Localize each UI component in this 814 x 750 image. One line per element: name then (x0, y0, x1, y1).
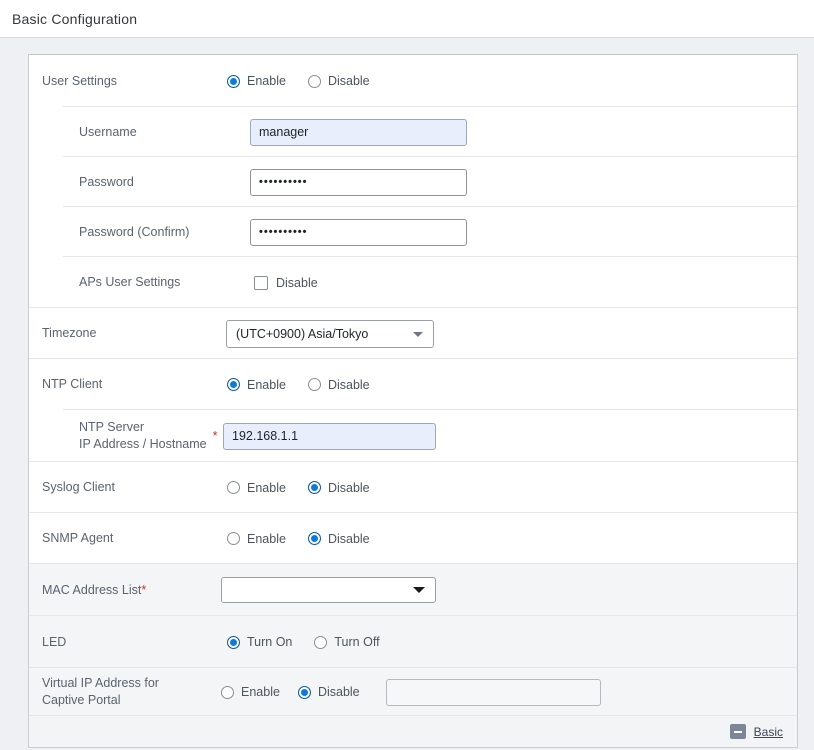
password-confirm-label: Password (Confirm) (29, 224, 221, 241)
virtual-ip-label-line1: Virtual IP Address for (42, 675, 221, 692)
page-title: Basic Configuration (12, 11, 137, 27)
syslog-enable-radio[interactable]: Enable (227, 481, 286, 495)
password-input[interactable] (250, 169, 467, 196)
checkbox-unchecked-icon[interactable] (254, 276, 268, 290)
virtual-ip-disable-radio[interactable]: Disable (298, 685, 360, 699)
user-settings-radio-group: Enable Disable (227, 74, 370, 88)
row-ntp-client: NTP Client Enable Disable (29, 359, 797, 410)
user-settings-enable-radio[interactable]: Enable (227, 74, 286, 88)
led-turn-off-radio[interactable]: Turn Off (314, 635, 379, 649)
radio-unselected-icon[interactable] (308, 75, 321, 88)
section-footer: Basic (29, 716, 797, 747)
radio-unselected-icon[interactable] (314, 636, 327, 649)
basic-section-link[interactable]: Basic (754, 725, 783, 739)
radio-selected-icon[interactable] (308, 481, 321, 494)
timezone-select-value: (UTC+0900) Asia/Tokyo (236, 327, 368, 341)
ntp-server-label-line2: IP Address / Hostname (79, 436, 207, 453)
row-password-confirm: Password (Confirm) (29, 207, 797, 257)
radio-selected-icon[interactable] (308, 532, 321, 545)
led-label: LED (29, 634, 221, 651)
disable-option-label: Disable (328, 378, 370, 392)
radio-unselected-icon[interactable] (308, 378, 321, 391)
radio-selected-icon[interactable] (298, 686, 311, 699)
disable-option-label: Disable (328, 532, 370, 546)
radio-unselected-icon[interactable] (227, 481, 240, 494)
radio-selected-icon[interactable] (227, 378, 240, 391)
virtual-ip-radio-group: Enable Disable (221, 685, 360, 699)
virtual-ip-label-line2: Captive Portal (42, 692, 221, 709)
disable-option-label: Disable (318, 685, 360, 699)
row-virtual-ip-captive-portal: Virtual IP Address for Captive Portal En… (29, 668, 797, 716)
ntp-client-enable-radio[interactable]: Enable (227, 378, 286, 392)
led-turn-on-radio[interactable]: Turn On (227, 635, 292, 649)
page-header: Basic Configuration (0, 0, 814, 38)
timezone-label: Timezone (29, 325, 221, 342)
radio-selected-icon[interactable] (227, 636, 240, 649)
radio-selected-icon[interactable] (227, 75, 240, 88)
aps-disable-label: Disable (276, 276, 318, 290)
row-ntp-server: NTP Server IP Address / Hostname * (29, 410, 797, 462)
ntp-client-radio-group: Enable Disable (227, 378, 370, 392)
ntp-client-disable-radio[interactable]: Disable (308, 378, 370, 392)
ntp-client-label: NTP Client (29, 376, 221, 393)
enable-option-label: Enable (247, 532, 286, 546)
password-label: Password (29, 174, 221, 191)
row-snmp-agent: SNMP Agent Enable Disable (29, 513, 797, 564)
row-led: LED Turn On Turn Off (29, 616, 797, 668)
required-asterisk: * (141, 583, 146, 597)
enable-option-label: Enable (247, 481, 286, 495)
snmp-radio-group: Enable Disable (227, 532, 370, 546)
username-label: Username (29, 124, 221, 141)
virtual-ip-input[interactable] (386, 679, 601, 706)
syslog-radio-group: Enable Disable (227, 481, 370, 495)
led-radio-group: Turn On Turn Off (227, 635, 380, 649)
syslog-disable-radio[interactable]: Disable (308, 481, 370, 495)
virtual-ip-enable-radio[interactable]: Enable (221, 685, 280, 699)
syslog-client-label: Syslog Client (29, 479, 221, 496)
enable-option-label: Enable (247, 74, 286, 88)
radio-unselected-icon[interactable] (221, 686, 234, 699)
ntp-server-input[interactable] (223, 423, 436, 450)
aps-disable-checkbox-group[interactable]: Disable (254, 276, 318, 290)
snmp-disable-radio[interactable]: Disable (308, 532, 370, 546)
turn-on-option-label: Turn On (247, 635, 292, 649)
turn-off-option-label: Turn Off (334, 635, 379, 649)
dropdown-arrow-icon (413, 587, 425, 593)
row-mac-address-list: MAC Address List* (29, 564, 797, 616)
snmp-enable-radio[interactable]: Enable (227, 532, 286, 546)
row-timezone: Timezone (UTC+0900) Asia/Tokyo (29, 308, 797, 359)
enable-option-label: Enable (247, 378, 286, 392)
basic-configuration-panel: User Settings Enable Disable Username Pa… (28, 54, 798, 748)
minus-icon (734, 731, 742, 733)
row-aps-user-settings: APs User Settings Disable (29, 257, 797, 308)
mac-address-list-select[interactable] (221, 577, 436, 603)
password-confirm-input[interactable] (250, 219, 467, 246)
mac-address-list-label: MAC Address List* (29, 582, 221, 599)
timezone-select[interactable]: (UTC+0900) Asia/Tokyo (226, 320, 434, 348)
disable-option-label: Disable (328, 481, 370, 495)
aps-user-settings-label: APs User Settings (29, 274, 221, 291)
enable-option-label: Enable (241, 685, 280, 699)
snmp-agent-label: SNMP Agent (29, 530, 221, 547)
disable-option-label: Disable (328, 74, 370, 88)
ntp-server-label-line1: NTP Server (79, 419, 207, 436)
row-user-settings: User Settings Enable Disable (29, 55, 797, 107)
collapse-section-button[interactable] (730, 724, 746, 739)
mac-address-list-label-text: MAC Address List (42, 583, 141, 597)
row-username: Username (29, 107, 797, 157)
row-syslog-client: Syslog Client Enable Disable (29, 462, 797, 513)
virtual-ip-label: Virtual IP Address for Captive Portal (29, 675, 221, 709)
user-settings-label: User Settings (29, 73, 221, 90)
radio-unselected-icon[interactable] (227, 532, 240, 545)
user-settings-disable-radio[interactable]: Disable (308, 74, 370, 88)
row-password: Password (29, 157, 797, 207)
ntp-server-label: NTP Server IP Address / Hostname * (29, 419, 221, 453)
required-asterisk: * (213, 428, 218, 445)
username-input[interactable] (250, 119, 467, 146)
chevron-down-icon (413, 332, 423, 337)
